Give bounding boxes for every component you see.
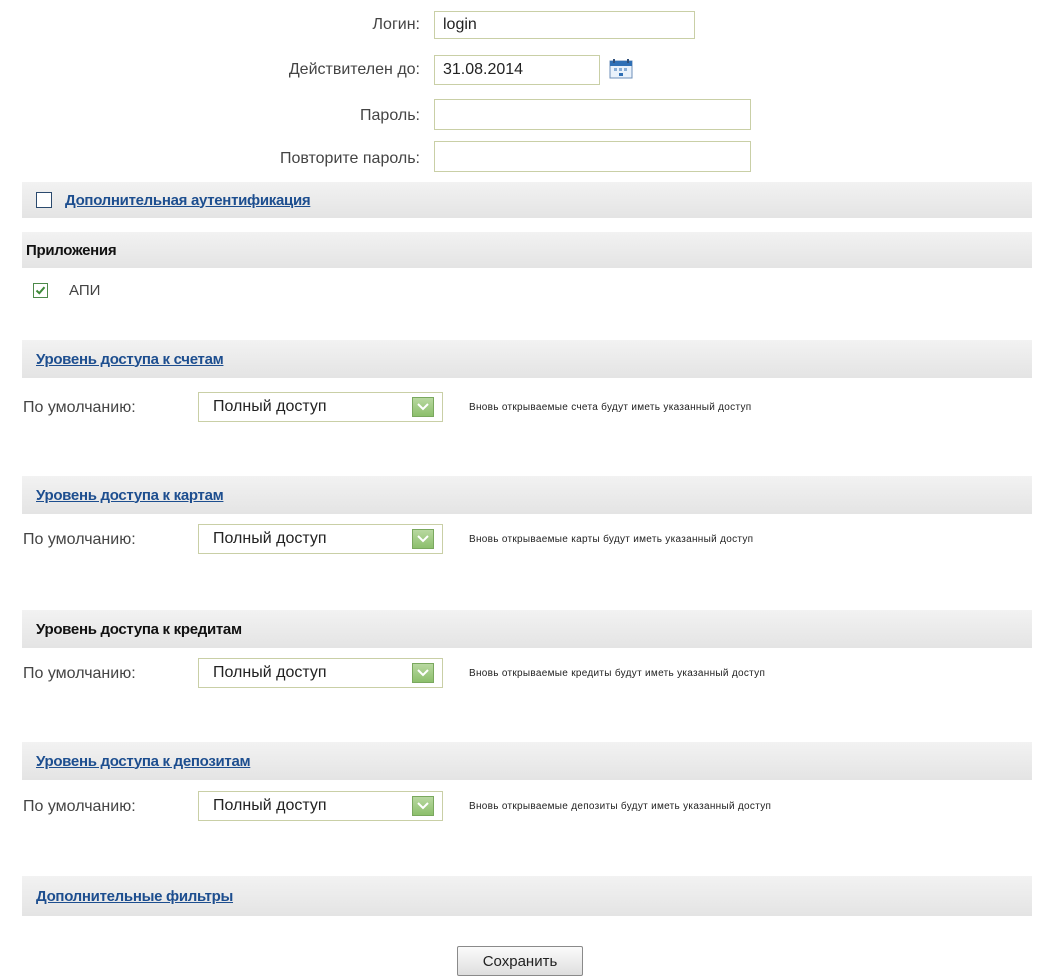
login-label: Логин: — [372, 16, 420, 33]
access-cards-link[interactable]: Уровень доступа к картам — [36, 487, 224, 504]
save-button[interactable]: Сохранить — [457, 946, 583, 976]
chevron-down-icon[interactable] — [412, 663, 434, 683]
api-label: АПИ — [69, 281, 101, 299]
api-checkbox[interactable] — [33, 282, 48, 298]
valid-until-field[interactable]: 31.08.2014 — [434, 55, 600, 85]
access-credits-title: Уровень доступа к кредитам — [36, 620, 242, 638]
access-deposits-note: Вновь открываемые депозиты будут иметь у… — [469, 801, 772, 812]
access-credits-select[interactable]: Полный доступ — [198, 658, 443, 688]
access-credits-default-label: По умолчанию: — [23, 665, 136, 682]
access-accounts-select[interactable]: Полный доступ — [198, 392, 443, 422]
access-cards-select[interactable]: Полный доступ — [198, 524, 443, 554]
extra-auth-bar: Дополнительная аутентификация — [22, 182, 1032, 218]
login-field[interactable]: login — [434, 11, 695, 39]
extra-auth-link[interactable]: Дополнительная аутентификация — [65, 192, 311, 209]
application-item-api[interactable]: АПИ — [33, 279, 100, 301]
access-deposits-bar: Уровень доступа к депозитам — [22, 742, 1032, 780]
repeat-password-field[interactable] — [434, 141, 751, 172]
access-accounts-link[interactable]: Уровень доступа к счетам — [36, 351, 224, 368]
extra-auth-checkbox[interactable] — [36, 192, 52, 208]
access-accounts-note: Вновь открываемые счета будут иметь указ… — [469, 402, 752, 413]
chevron-down-icon[interactable] — [412, 397, 434, 417]
extra-filters-bar: Дополнительные фильтры — [22, 876, 1032, 916]
access-deposits-default-label: По умолчанию: — [23, 798, 136, 815]
access-accounts-bar: Уровень доступа к счетам — [22, 340, 1032, 378]
password-label: Пароль: — [360, 107, 420, 124]
repeat-password-label: Повторите пароль: — [279, 150, 420, 167]
access-deposits-link[interactable]: Уровень доступа к депозитам — [36, 753, 251, 770]
access-cards-bar: Уровень доступа к картам — [22, 476, 1032, 514]
applications-title: Приложения — [26, 241, 117, 259]
chevron-down-icon[interactable] — [412, 529, 434, 549]
applications-bar: Приложения — [22, 232, 1032, 268]
access-deposits-select[interactable]: Полный доступ — [198, 791, 443, 821]
password-field[interactable] — [434, 99, 751, 130]
valid-until-label: Действителен до: — [288, 61, 420, 78]
chevron-down-icon[interactable] — [412, 796, 434, 816]
access-cards-default-label: По умолчанию: — [23, 531, 136, 548]
access-accounts-default-label: По умолчанию: — [23, 399, 136, 416]
access-credits-bar: Уровень доступа к кредитам — [22, 610, 1032, 648]
access-deposits-selected: Полный доступ — [213, 797, 327, 814]
access-credits-selected: Полный доступ — [213, 664, 327, 681]
access-accounts-selected: Полный доступ — [213, 398, 327, 415]
access-cards-note: Вновь открываемые карты будут иметь указ… — [469, 534, 754, 545]
access-cards-selected: Полный доступ — [213, 530, 327, 547]
calendar-icon[interactable] — [608, 58, 634, 80]
access-credits-note: Вновь открываемые кредиты будут иметь ук… — [469, 668, 766, 679]
extra-filters-link[interactable]: Дополнительные фильтры — [36, 888, 233, 905]
checkmark-icon — [35, 286, 46, 295]
